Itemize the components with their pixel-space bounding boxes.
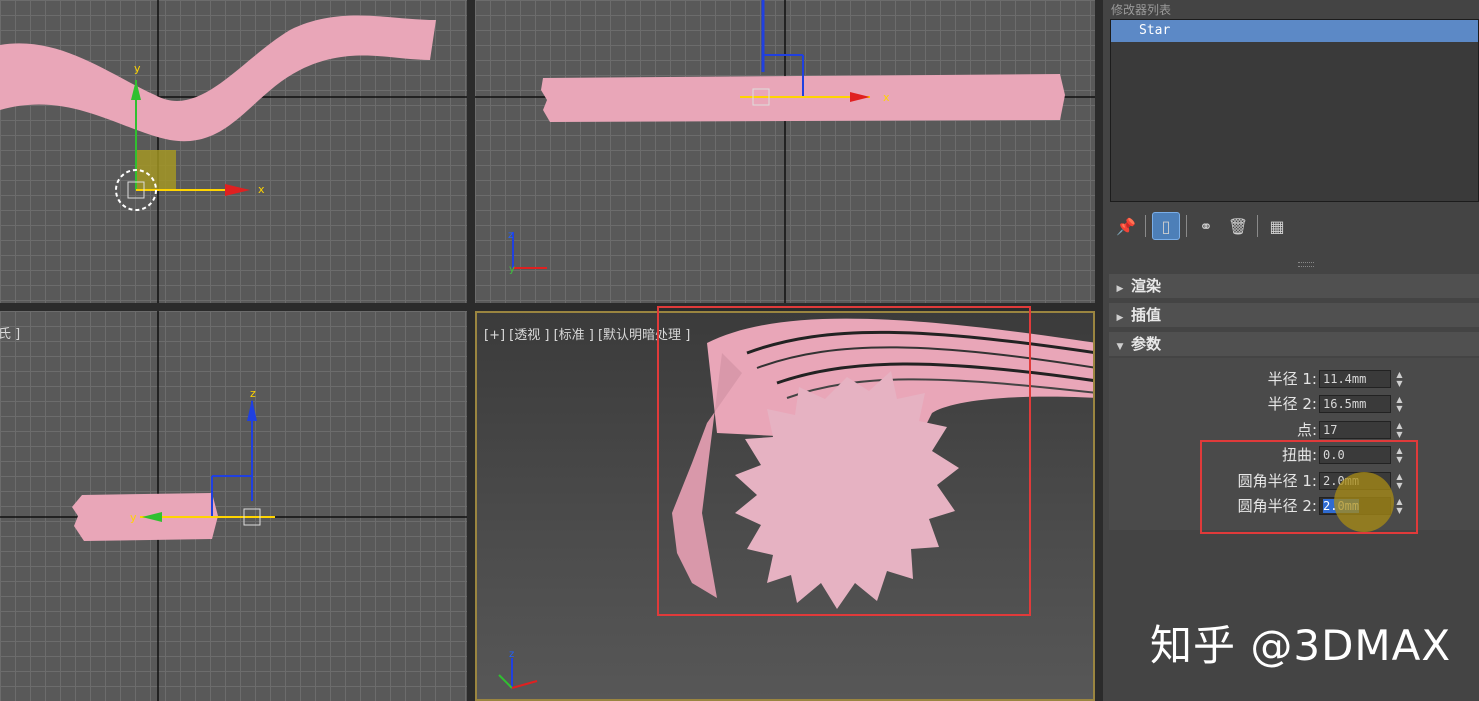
- viewport-top-right[interactable]: x z y: [475, 0, 1095, 303]
- highlight-box-star: [657, 306, 1031, 616]
- pin-stack-icon[interactable]: 📌: [1113, 213, 1139, 239]
- param-points: 点: 17 ▲ ▼: [1296, 421, 1404, 439]
- svg-text:x: x: [883, 91, 890, 104]
- radius-1-spinner[interactable]: ▲ ▼: [1395, 370, 1404, 388]
- svg-text:y: y: [130, 511, 137, 524]
- remove-modifier-icon[interactable]: 🗑: [1225, 213, 1251, 239]
- param-radius-2: 半径 2: 16.5mm ▲ ▼: [1267, 395, 1404, 413]
- x-axis-label: x: [258, 183, 265, 196]
- y-axis-label: y: [134, 62, 141, 75]
- viewport-bottom-left[interactable]: 氏 ] y z: [0, 311, 467, 701]
- watermark: 知乎 @3DMAX: [1150, 621, 1452, 670]
- radius-1-input[interactable]: 11.4mm: [1319, 370, 1391, 388]
- wave-shape: [0, 15, 436, 142]
- svg-text:z: z: [508, 230, 513, 241]
- command-panel: 修改器列表 Star 📌 ▯ ⚭ 🗑 ▦ ▶ 渲染 ▶ 插值 ▼ 参数 半径 1: 1…: [1103, 0, 1479, 701]
- radius-2-input[interactable]: 16.5mm: [1319, 395, 1391, 413]
- modifier-toolbar: 📌 ▯ ⚭ 🗑 ▦: [1113, 209, 1290, 243]
- cursor-halo: [1334, 472, 1394, 532]
- points-input[interactable]: 17: [1319, 421, 1391, 439]
- radius-2-spinner[interactable]: ▲ ▼: [1395, 395, 1404, 413]
- panel-divider-grip[interactable]: [1298, 262, 1314, 267]
- expand-arrow-icon: ▶: [1116, 284, 1124, 294]
- svg-text:y: y: [509, 264, 515, 275]
- rollout-parameters[interactable]: ▼ 参数: [1109, 332, 1479, 356]
- expand-arrow-icon: ▶: [1116, 313, 1124, 323]
- rollout-interpolation[interactable]: ▶ 插值: [1109, 303, 1479, 327]
- viewport-bottom-left-scene: y z: [0, 311, 467, 701]
- viewport-top-right-scene: x z y: [475, 0, 1095, 303]
- show-end-result-icon[interactable]: ▯: [1152, 212, 1180, 240]
- viewport-top-left-scene: x y: [0, 0, 467, 303]
- collapse-arrow-icon: ▼: [1116, 342, 1124, 352]
- make-unique-icon[interactable]: ⚭: [1193, 213, 1219, 239]
- viewport-top-left[interactable]: x y: [0, 0, 467, 303]
- modifier-item-star[interactable]: Star: [1111, 20, 1478, 42]
- points-spinner[interactable]: ▲ ▼: [1395, 421, 1404, 439]
- rollout-render[interactable]: ▶ 渲染: [1109, 274, 1479, 298]
- configure-sets-icon[interactable]: ▦: [1264, 213, 1290, 239]
- param-radius-1: 半径 1: 11.4mm ▲ ▼: [1267, 370, 1404, 388]
- svg-text:z: z: [509, 649, 514, 660]
- modifier-stack[interactable]: 修改器列表 Star: [1110, 3, 1479, 202]
- svg-text:z: z: [250, 387, 256, 400]
- modifier-list-title: 修改器列表: [1111, 3, 1172, 17]
